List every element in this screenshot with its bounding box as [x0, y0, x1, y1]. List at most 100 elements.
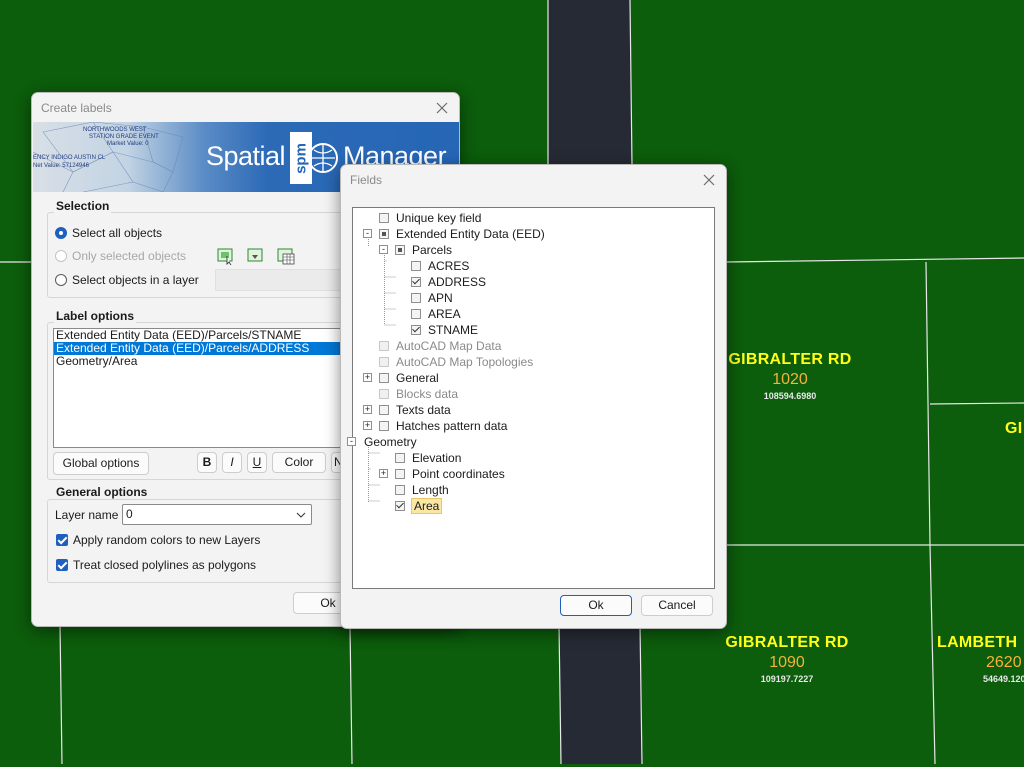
tree-checkbox: [379, 341, 389, 351]
area-value: 108594.6980: [763, 391, 817, 401]
tree-node[interactable]: ADDRESS: [411, 274, 487, 290]
parcel-label-2620: LAMBETH 2620 54649.120: [937, 634, 1024, 684]
radio-only-selected: Only selected objects: [55, 249, 186, 263]
tree-node[interactable]: + Point coordinates: [379, 466, 506, 482]
collapse-icon[interactable]: -: [363, 229, 372, 238]
fields-tree[interactable]: Unique key field - Extended Entity Data (E…: [347, 207, 715, 589]
closed-polylines-checkbox[interactable]: Treat closed polylines as polygons: [56, 558, 256, 572]
select-objects-button[interactable]: [216, 247, 236, 266]
tree-node[interactable]: ACRES: [411, 258, 470, 274]
collapse-icon[interactable]: -: [347, 437, 356, 446]
italic-button[interactable]: I: [222, 452, 242, 473]
collapse-icon[interactable]: -: [379, 245, 388, 254]
tree-node[interactable]: Blocks data: [379, 386, 459, 402]
checkbox-indicator[interactable]: [56, 534, 68, 546]
underline-button[interactable]: U: [247, 452, 267, 473]
fields-cancel-button[interactable]: Cancel: [641, 595, 713, 616]
color-button[interactable]: Color: [272, 452, 326, 473]
tree-checkbox: [379, 357, 389, 367]
tree-checkbox[interactable]: [411, 309, 421, 319]
tree-checkbox[interactable]: [411, 325, 421, 335]
area-value: 54649.120: [983, 674, 1024, 684]
tree-checkbox[interactable]: [395, 501, 405, 511]
radio-label: Only selected objects: [72, 249, 187, 263]
general-options-title: General options: [54, 485, 150, 499]
street-name: GI: [1005, 420, 1023, 437]
map-text: ENCY INDIGO AUSTIN CL: [33, 155, 106, 161]
tree-node[interactable]: AREA: [411, 306, 462, 322]
expand-icon[interactable]: +: [363, 405, 372, 414]
tree-node[interactable]: Area: [395, 498, 443, 514]
checkbox-indicator[interactable]: [56, 559, 68, 571]
tree-node-label: AREA: [428, 307, 461, 321]
global-options-button[interactable]: Global options: [53, 452, 149, 475]
tree-checkbox[interactable]: [395, 453, 405, 463]
list-item[interactable]: Geometry/Area: [54, 355, 344, 368]
tree-checkbox: [379, 389, 389, 399]
close-icon: [703, 174, 715, 186]
tree-node-label: STNAME: [428, 323, 479, 337]
tree-node-label: Area: [411, 498, 443, 514]
radio-indicator[interactable]: [55, 227, 67, 239]
tree-checkbox[interactable]: [411, 261, 421, 271]
tree-checkbox[interactable]: [379, 405, 389, 415]
close-button[interactable]: [431, 97, 453, 119]
radio-select-all[interactable]: Select all objects: [55, 226, 162, 240]
radio-label: Select all objects: [72, 226, 163, 240]
tree-checkbox[interactable]: [395, 485, 405, 495]
map-text: NORTHWOODS WEST: [83, 127, 147, 133]
tree-checkbox[interactable]: [379, 421, 389, 431]
tree-node-label: Parcels: [412, 243, 453, 257]
parcel-label-partial: GI: [1005, 420, 1023, 438]
tree-node[interactable]: + Hatches pattern data: [363, 418, 508, 434]
tree-node[interactable]: APN: [411, 290, 454, 306]
tree-node[interactable]: Elevation: [395, 450, 462, 466]
tree-node[interactable]: AutoCAD Map Data: [379, 338, 502, 354]
tree-checkbox[interactable]: [411, 277, 421, 287]
select-objects-icon: [217, 248, 233, 266]
tree-node[interactable]: + General: [363, 370, 440, 386]
bold-button[interactable]: B: [197, 452, 217, 473]
tree-node[interactable]: - Geometry: [347, 434, 418, 450]
tree-checkbox[interactable]: [395, 245, 405, 255]
select-table-button[interactable]: [276, 247, 296, 265]
title-bar[interactable]: Create labels: [32, 93, 459, 123]
tree-checkbox[interactable]: [395, 469, 405, 479]
tree-node-label: Extended Entity Data (EED): [396, 227, 545, 241]
tree-node-label: AutoCAD Map Topologies: [396, 355, 534, 369]
close-button[interactable]: [698, 169, 720, 191]
dialog-title: Fields: [350, 173, 383, 187]
street-name: GIBRALTER RD: [728, 351, 852, 368]
tree-node-label: Hatches pattern data: [396, 419, 508, 433]
layer-name-label: Layer name: [55, 508, 119, 522]
tree-node[interactable]: - Extended Entity Data (EED): [363, 226, 546, 242]
tree-checkbox[interactable]: [379, 229, 389, 239]
random-colors-checkbox[interactable]: Apply random colors to new Layers: [56, 533, 260, 547]
add-to-selection-button[interactable]: [246, 247, 266, 265]
map-text: STATION GRADE EVENT: [89, 134, 159, 140]
tree-checkbox[interactable]: [379, 213, 389, 223]
tree-checkbox[interactable]: [411, 293, 421, 303]
tree-node[interactable]: Length: [395, 482, 450, 498]
radio-select-in-layer[interactable]: Select objects in a layer: [55, 273, 199, 287]
tree-node[interactable]: + Texts data: [363, 402, 452, 418]
tree-checkbox[interactable]: [379, 373, 389, 383]
radio-indicator[interactable]: [55, 274, 67, 286]
tree-node[interactable]: Unique key field: [379, 210, 482, 226]
expand-icon[interactable]: +: [379, 469, 388, 478]
brand-text-spatial: Spatial: [206, 141, 286, 171]
parcel-label-1090: GIBRALTER RD 1090 109197.7227: [712, 634, 862, 684]
expand-icon[interactable]: +: [363, 373, 372, 382]
fields-ok-button[interactable]: Ok: [560, 595, 632, 616]
title-bar[interactable]: Fields: [341, 165, 726, 195]
tree-node[interactable]: - Parcels: [379, 242, 453, 258]
tree-node[interactable]: AutoCAD Map Topologies: [379, 354, 534, 370]
expand-icon[interactable]: +: [363, 421, 372, 430]
layer-name-select[interactable]: 0: [122, 504, 312, 525]
add-selection-icon: [247, 248, 263, 262]
label-fields-list[interactable]: Extended Entity Data (EED)/Parcels/STNAM…: [53, 328, 345, 448]
tree-node-label: ADDRESS: [428, 275, 487, 289]
tree-node-label: Texts data: [396, 403, 451, 417]
tree-node[interactable]: STNAME: [411, 322, 479, 338]
table-icon: [277, 248, 295, 265]
